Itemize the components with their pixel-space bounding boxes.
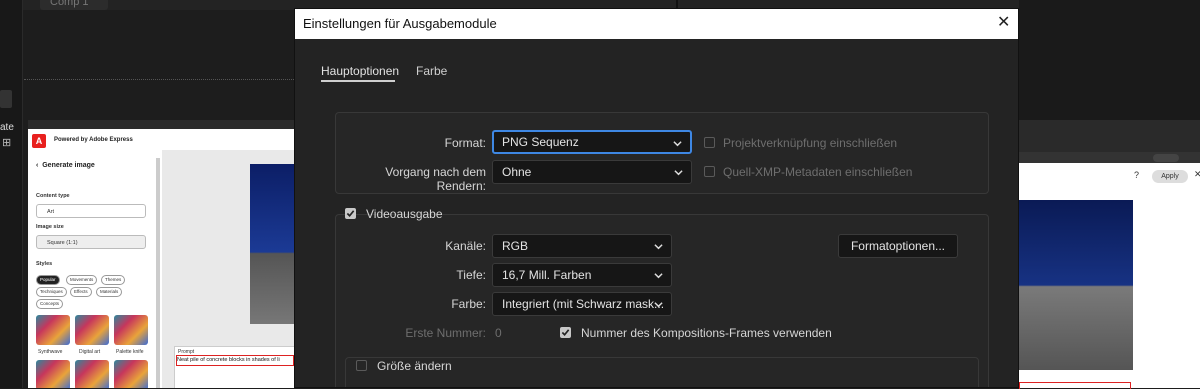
left-gutter [0, 0, 22, 388]
use-comp-frame-label: Nummer des Kompositions-Frames verwenden [581, 326, 832, 340]
first-number-value[interactable]: 0 [495, 326, 502, 340]
resize-checkbox[interactable] [356, 360, 367, 371]
chevron-down-icon [654, 273, 663, 279]
tab-main-options[interactable]: Hauptoptionen [321, 64, 399, 78]
generated-image [250, 164, 294, 324]
image-size-select[interactable]: Square (1:1) [36, 235, 146, 249]
style-chip[interactable]: Concepts [36, 299, 64, 309]
channels-label: Kanäle: [445, 239, 486, 253]
generated-image [1019, 200, 1133, 370]
style-chip[interactable]: Effects [70, 287, 92, 297]
first-number-label: Erste Nummer: [405, 326, 486, 340]
preview-toolbar [28, 120, 294, 129]
depth-select[interactable]: 16,7 Mill. Farben [492, 263, 672, 287]
style-thumbnail[interactable] [75, 360, 109, 388]
format-select[interactable]: PNG Sequenz [492, 130, 692, 154]
include-xmp-label: Quell-XMP-Metadaten einschließen [723, 165, 913, 179]
style-thumbnail[interactable] [36, 315, 70, 345]
depth-label: Tiefe: [456, 268, 486, 282]
color-select[interactable]: Integriert (mit Schwarz mask... [492, 292, 672, 316]
channels-value: RGB [502, 239, 529, 253]
content-type-label: Content type [36, 193, 70, 199]
apply-button[interactable]: Apply [1152, 170, 1188, 183]
dotted-separator [24, 79, 294, 80]
post-render-select[interactable]: Ohne [492, 160, 692, 184]
style-thumbnail[interactable] [36, 360, 70, 388]
format-options-button[interactable]: Formatoptionen... [838, 234, 958, 258]
gutter-label: ate [0, 122, 14, 133]
panel-divider [22, 0, 23, 388]
video-output-label: Videoausgabe [366, 207, 443, 221]
image-size-label: Image size [36, 224, 64, 230]
scrollbar[interactable] [156, 158, 160, 388]
tab-color[interactable]: Farbe [416, 64, 447, 78]
style-chip[interactable]: Popular [36, 275, 60, 285]
close-icon[interactable]: ✕ [1194, 169, 1200, 180]
content-type-select[interactable]: Art [36, 204, 146, 218]
include-project-link-label: Projektverknüpfung einschließen [723, 136, 898, 150]
post-render-label: Vorgang nach dem Rendern: [385, 165, 486, 193]
adobe-logo-icon: A [32, 134, 46, 148]
resize-label: Größe ändern [377, 359, 452, 373]
prompt-input[interactable]: Neat pile of concrete blocks in shades o… [176, 355, 294, 366]
style-chip[interactable]: Techniques [36, 287, 67, 297]
close-icon[interactable]: ✕ [997, 12, 1010, 32]
chevron-down-icon [654, 302, 663, 308]
comp-tab[interactable]: Comp 1 [40, 0, 108, 10]
color-label: Farbe: [451, 297, 486, 311]
style-thumbnail[interactable] [114, 315, 148, 345]
chevron-down-icon [654, 244, 663, 250]
channels-select[interactable]: RGB [492, 234, 672, 258]
style-thumbnail[interactable] [75, 315, 109, 345]
help-icon[interactable]: ? [1134, 170, 1139, 180]
dialog-title: Einstellungen für Ausgabemodule [303, 16, 497, 31]
powered-by-label: Powered by Adobe Express [54, 137, 133, 143]
styles-label: Styles [36, 261, 53, 267]
generate-image-heading: ‹ Generate image [36, 162, 95, 169]
chevron-down-icon [674, 170, 683, 176]
post-render-value: Ohne [502, 165, 532, 179]
format-value: PNG Sequenz [502, 135, 579, 149]
style-chip[interactable]: Materials [96, 287, 123, 297]
style-chip[interactable]: Themes [101, 275, 126, 285]
checkmark-icon [346, 210, 355, 217]
checkmark-icon [561, 329, 570, 336]
chevron-down-icon [673, 141, 682, 147]
thumbnail-label: Palette knife [116, 349, 144, 355]
include-xmp-checkbox[interactable] [704, 166, 715, 177]
format-label: Format: [444, 136, 486, 150]
video-output-checkbox[interactable] [345, 208, 356, 219]
output-module-dialog: Einstellungen für Ausgabemodule ✕ Haupto… [294, 8, 1019, 388]
use-comp-frame-checkbox[interactable] [560, 327, 571, 338]
generate-image-label: Generate image [42, 162, 95, 169]
adobe-express-preview: A Powered by Adobe Express ‹ Generate im… [28, 120, 294, 388]
style-thumbnail[interactable] [114, 360, 148, 388]
color-value: Integriert (mit Schwarz mask... [502, 297, 665, 311]
include-project-link-checkbox[interactable] [704, 137, 715, 148]
thumbnail-label: Synthwave [38, 349, 63, 355]
dialog-titlebar: Einstellungen für Ausgabemodule ✕ [295, 9, 1018, 39]
gutter-button[interactable] [0, 90, 12, 108]
style-chip[interactable]: Movements [66, 275, 98, 285]
active-tab-indicator [321, 80, 395, 82]
right-panel-background [1019, 0, 1200, 120]
toolbar-pill[interactable] [1153, 154, 1179, 162]
depth-value: 16,7 Mill. Farben [502, 268, 592, 282]
thumbnail-label: Digital art [79, 349, 101, 355]
hierarchy-icon[interactable]: ⊞ [2, 136, 11, 149]
